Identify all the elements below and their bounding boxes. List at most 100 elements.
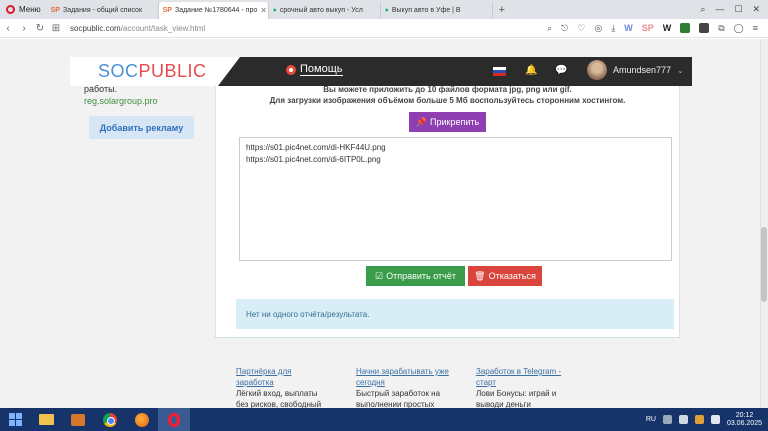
task-report-panel: Вы можете приложить до 10 файлов формата…: [215, 85, 680, 338]
tab-task-view[interactable]: SP Задание №1780644 - про ✕: [158, 2, 269, 19]
snapshot-icon[interactable]: ◎: [594, 23, 602, 34]
share-icon[interactable]: ⎋: [561, 23, 568, 34]
folder-tray-icon[interactable]: [694, 415, 704, 424]
no-reports-alert: Нет ни одного отчёта/результата.: [236, 299, 674, 329]
tab-car-buyout[interactable]: ● срочный авто выкуп - Усл: [269, 2, 381, 19]
footer-text: выводи деньги: [476, 400, 531, 408]
footer-text: без рисков, свободный: [236, 400, 322, 408]
search-icon[interactable]: ⌕: [700, 4, 705, 15]
media-player-icon: [71, 413, 85, 426]
help-link[interactable]: Помощь: [286, 63, 343, 76]
extension-badge-icon[interactable]: [699, 23, 710, 33]
start-button[interactable]: [0, 408, 30, 431]
site-logo[interactable]: SOC PUBLIC: [70, 57, 240, 86]
checkbox-check-icon: ☑: [375, 270, 384, 281]
footer-text: Быстрый заработок на: [356, 389, 441, 398]
send-label: Отправить отчёт: [386, 271, 456, 281]
footer-column-earn: Начни зарабатывать уже сегодня Быстрый з…: [356, 366, 476, 408]
clock[interactable]: 20:12 03.06.2025: [727, 412, 762, 428]
pin-icon: 📌: [415, 116, 428, 127]
green-extension-icon[interactable]: [680, 23, 691, 33]
maximize-icon[interactable]: ☐: [734, 4, 742, 15]
footer-links: Партнёрка для заработка Лёгкий вход, вып…: [236, 366, 596, 408]
green-favicon-icon: ●: [384, 7, 389, 14]
clock-date: 03.06.2025: [726, 419, 762, 427]
url-field[interactable]: socpublic.com/account/task_view.html: [70, 24, 205, 33]
taskbar-firefox[interactable]: [126, 408, 158, 431]
green-favicon-icon: ●: [272, 7, 277, 14]
reload-icon[interactable]: ↻: [32, 23, 48, 34]
sp-extension-icon[interactable]: SP: [642, 23, 654, 33]
attach-button[interactable]: 📌 Прикрепить: [409, 112, 486, 132]
report-actions: ☑ Отправить отчёт 🗑 Отказаться: [366, 266, 542, 286]
sidebar-link[interactable]: reg.solargroup.pro: [84, 95, 204, 107]
url-host: socpublic.com: [70, 23, 121, 33]
windows-taskbar: RU 20:12 03.06.2025: [0, 408, 768, 431]
footer-link[interactable]: Заработок в Telegram -: [476, 366, 596, 377]
browser-tab-bar: Меню SP Задания - общий список SP Задани…: [0, 0, 768, 19]
footer-link[interactable]: старт: [476, 377, 596, 388]
help-label: Помощь: [300, 63, 343, 76]
system-tray: RU 20:12 03.06.2025: [646, 412, 768, 428]
extensions-puzzle-icon[interactable]: ⧉: [718, 23, 724, 34]
close-icon[interactable]: ✕: [752, 4, 760, 15]
windows-logo-icon: [8, 413, 22, 426]
send-report-button[interactable]: ☑ Отправить отчёт: [366, 266, 465, 286]
footer-link[interactable]: Партнёрка для: [236, 366, 356, 377]
footer-column-telegram: Заработок в Telegram - старт Лови Бонусы…: [476, 366, 596, 408]
w-extension-icon[interactable]: W: [624, 23, 633, 33]
cancel-task-button[interactable]: 🗑 Отказаться: [468, 266, 542, 286]
tab-car-buyout-ufa[interactable]: ● Выкуп авто в Уфе | В: [381, 2, 493, 19]
url-path: /account/task_view.html: [120, 23, 206, 33]
left-sidebar: работы. reg.solargroup.pro Добавить рекл…: [84, 83, 204, 139]
download-icon[interactable]: ⤓: [611, 23, 615, 34]
folder-icon: [38, 414, 54, 425]
footer-column-partner: Партнёрка для заработка Лёгкий вход, вып…: [236, 366, 356, 408]
network-icon[interactable]: [678, 415, 688, 424]
footer-text: Лёгкий вход, выплаты: [236, 389, 318, 398]
tab-label: срочный авто выкуп - Усл: [279, 7, 363, 14]
profile-icon[interactable]: ◯: [734, 23, 744, 34]
forward-arrow-icon[interactable]: ›: [16, 23, 32, 34]
trash-icon: 🗑: [474, 270, 486, 281]
user-menu[interactable]: Amundsen777 ⌄: [587, 60, 684, 80]
footer-text: Лови Бонусы: играй и: [476, 389, 557, 398]
footer-link[interactable]: заработка: [236, 377, 356, 388]
taskbar-chrome[interactable]: [94, 408, 126, 431]
scrollbar-thumb[interactable]: [761, 227, 767, 302]
chevron-down-icon: ⌄: [677, 65, 684, 75]
socpublic-favicon-icon: SP: [50, 7, 60, 14]
page-scrollbar[interactable]: [760, 39, 768, 408]
taskbar-explorer[interactable]: [30, 408, 62, 431]
bell-icon[interactable]: 🔔: [525, 65, 537, 76]
minimize-icon[interactable]: —: [715, 4, 724, 15]
footer-link[interactable]: сегодня: [356, 377, 476, 388]
upload-note-line2: Для загрузки изображения объёмом больше …: [269, 96, 626, 105]
back-arrow-icon[interactable]: ‹: [0, 23, 16, 34]
volume-icon[interactable]: [710, 415, 720, 424]
language-indicator[interactable]: RU: [646, 416, 656, 423]
tabs-grid-icon[interactable]: ⊞: [48, 23, 64, 34]
add-ad-button[interactable]: Добавить рекламу: [89, 116, 194, 139]
report-textarea[interactable]: [239, 137, 672, 261]
taskbar-opera[interactable]: [158, 408, 190, 431]
tab-label: Задания - общий список: [62, 7, 143, 14]
lens-icon[interactable]: ⌕: [547, 23, 552, 34]
tab-label: Выкуп авто в Уфе | В: [391, 7, 461, 14]
help-tray-icon[interactable]: [662, 415, 672, 424]
wm-extension-icon[interactable]: W: [663, 23, 672, 33]
browser-menu-label: Меню: [19, 5, 41, 14]
browser-menu-button[interactable]: Меню: [0, 0, 47, 19]
footer-link[interactable]: Начни зарабатывать уже: [356, 366, 476, 377]
tab-close-icon[interactable]: ✕: [260, 6, 267, 15]
browser-settings-icon[interactable]: ≡: [753, 23, 758, 33]
new-tab-icon[interactable]: +: [493, 4, 511, 16]
cancel-label: Отказаться: [488, 271, 536, 281]
bookmark-heart-icon[interactable]: ♡: [577, 23, 585, 34]
chat-icon[interactable]: 💬: [555, 65, 567, 76]
upload-note-line1: Вы можете приложить до 10 файлов формата…: [323, 85, 572, 94]
tab-tasks-list[interactable]: SP Задания - общий список: [47, 2, 159, 19]
russian-flag-icon[interactable]: [493, 67, 506, 76]
username: Amundsen777: [613, 65, 672, 75]
taskbar-media-player[interactable]: [62, 408, 94, 431]
